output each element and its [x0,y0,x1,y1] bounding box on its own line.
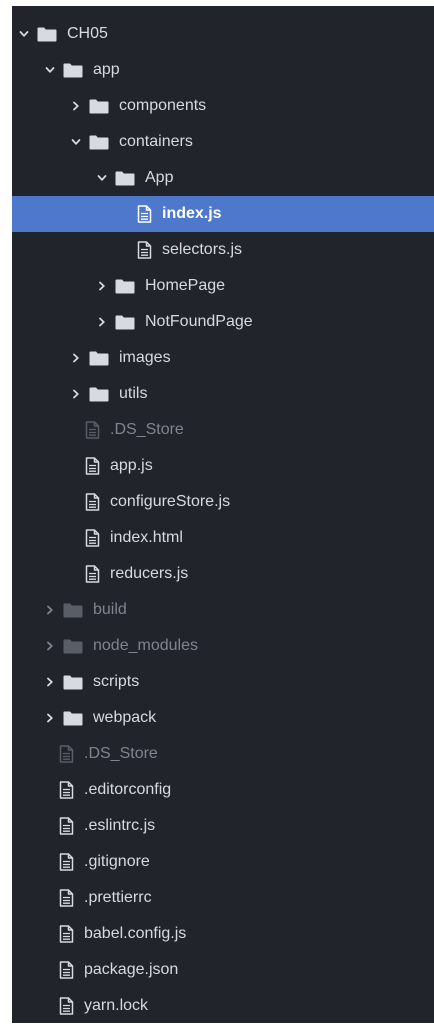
tree-file-label: .editorconfig [84,781,172,798]
chevron-down-icon[interactable] [45,65,55,75]
tree-folder-label: app [93,61,120,78]
tree-file-label: babel.config.js [84,925,187,942]
chevron-right-icon[interactable] [71,389,81,399]
tree-file-row[interactable]: .eslintrc.js [12,808,434,844]
tree-file-row[interactable]: reducers.js [12,556,434,592]
tree-file-row[interactable]: package.json [12,952,434,988]
file-icon [85,565,100,583]
tree-file-row[interactable]: .editorconfig [12,772,434,808]
folder-icon [63,603,83,618]
file-icon [137,205,152,223]
file-icon [59,853,74,871]
tree-folder-label: containers [119,133,193,150]
tree-folder-row[interactable]: components [12,88,434,124]
tree-folder-label: node_modules [93,637,198,654]
tree-folder-label: images [119,349,171,366]
tree-folder-row[interactable]: webpack [12,700,434,736]
tree-folder-row[interactable]: scripts [12,664,434,700]
tree-file-label: index.html [110,529,183,546]
tree-file-label: yarn.lock [84,997,149,1014]
file-icon [59,925,74,943]
folder-icon [115,171,135,186]
tree-folder-row[interactable]: CH05 [12,16,434,52]
folder-icon [89,387,109,402]
tree-folder-label: scripts [93,673,140,690]
folder-icon [63,639,83,654]
tree-file-row[interactable]: selectors.js [12,232,434,268]
file-tree-panel: CH05 app components containers App index.js se… [12,6,434,1023]
tree-file-label: app.js [110,457,153,474]
tree-folder-row[interactable]: images [12,340,434,376]
tree-folder-row[interactable]: HomePage [12,268,434,304]
tree-file-label: .DS_Store [84,745,158,762]
tree-file-row[interactable]: .prettierrc [12,880,434,916]
tree-file-label: .prettierrc [84,889,152,906]
file-icon [85,457,100,475]
chevron-down-icon[interactable] [19,29,29,39]
tree-file-label: selectors.js [162,241,243,258]
chevron-right-icon[interactable] [71,353,81,363]
file-icon [85,493,100,511]
tree-folder-label: HomePage [145,277,226,294]
file-icon [85,529,100,547]
tree-folder-row[interactable]: containers [12,124,434,160]
file-icon [59,817,74,835]
tree-file-label: reducers.js [110,565,189,582]
folder-icon [63,675,83,690]
file-icon [59,961,74,979]
tree-file-label: .gitignore [84,853,150,870]
tree-file-label: configureStore.js [110,493,231,510]
tree-file-row[interactable]: yarn.lock [12,988,434,1023]
file-icon [85,421,100,439]
file-icon [59,781,74,799]
tree-file-label: .eslintrc.js [84,817,156,834]
tree-folder-row[interactable]: App [12,160,434,196]
folder-icon [63,63,83,78]
chevron-right-icon[interactable] [45,713,55,723]
folder-icon [89,135,109,150]
chevron-right-icon[interactable] [45,641,55,651]
tree-folder-row[interactable]: node_modules [12,628,434,664]
tree-folder-label: webpack [93,709,157,726]
chevron-right-icon[interactable] [45,605,55,615]
tree-folder-label: utils [119,385,148,402]
tree-folder-label: components [119,97,207,114]
file-icon [59,997,74,1015]
tree-file-row[interactable]: configureStore.js [12,484,434,520]
tree-file-row[interactable]: .DS_Store [12,736,434,772]
file-icon [59,745,74,763]
tree-file-row[interactable]: index.js [12,196,434,232]
file-icon [59,889,74,907]
tree-file-row[interactable]: app.js [12,448,434,484]
tree-file-row[interactable]: babel.config.js [12,916,434,952]
chevron-right-icon[interactable] [97,317,107,327]
tree-folder-label: App [145,169,174,186]
tree-file-row[interactable]: .gitignore [12,844,434,880]
file-icon [137,241,152,259]
tree-file-label: .DS_Store [110,421,184,438]
chevron-right-icon[interactable] [97,281,107,291]
chevron-down-icon[interactable] [97,173,107,183]
tree-file-row[interactable]: .DS_Store [12,412,434,448]
folder-icon [115,279,135,294]
tree-folder-row[interactable]: utils [12,376,434,412]
chevron-right-icon[interactable] [45,677,55,687]
folder-icon [63,711,83,726]
tree-folder-row[interactable]: NotFoundPage [12,304,434,340]
chevron-right-icon[interactable] [71,101,81,111]
tree-folder-label: NotFoundPage [145,313,253,330]
tree-file-label: index.js [162,205,222,222]
tree-folder-row[interactable]: build [12,592,434,628]
tree-file-row[interactable]: index.html [12,520,434,556]
tree-folder-label: build [93,601,127,618]
folder-icon [37,27,57,42]
chevron-down-icon[interactable] [71,137,81,147]
tree-folder-label: CH05 [67,25,108,42]
tree-folder-row[interactable]: app [12,52,434,88]
folder-icon [89,351,109,366]
folder-icon [115,315,135,330]
folder-icon [89,99,109,114]
tree-file-label: package.json [84,961,179,978]
